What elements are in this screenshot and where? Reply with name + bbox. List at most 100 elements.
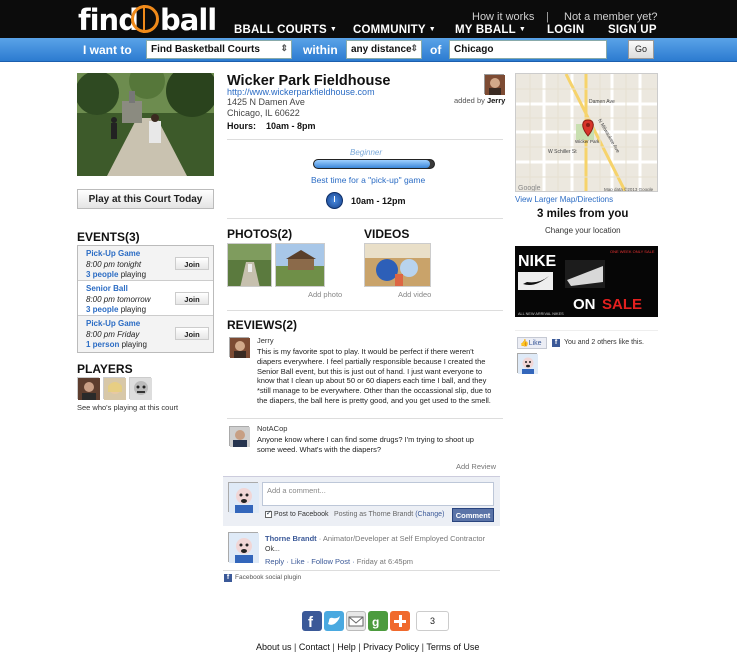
reviewer-name[interactable]: NotACop [257,424,287,433]
ad-tagline: ONE WEEK ONLY SALE [610,249,655,254]
terms-of-use-link[interactable]: Terms of Use [426,642,479,652]
event-attendance: 3 people playing [86,305,146,314]
nav-my-bball-label: MY BBALL [455,24,516,36]
court-address-line2: Chicago, IL 60622 [227,108,300,118]
event-item: Senior Ball 8:00 pm tomorrow 3 people pl… [78,281,213,316]
court-hours: Hours: 10am - 8pm [227,121,316,131]
findbball-logo[interactable]: find ball [78,2,218,36]
search-type-value: Find Basketball Courts [151,44,260,55]
reviewer-avatar[interactable] [229,337,250,358]
liker-avatar[interactable] [517,353,538,374]
reviewer-avatar[interactable] [229,426,250,447]
player-avatar[interactable] [129,377,152,400]
join-event-button[interactable]: Join [175,327,209,340]
chevron-down-icon: ▼ [428,26,436,34]
photo-thumbnail[interactable] [275,243,325,287]
comment-time: Friday at 6:45pm [356,557,414,566]
join-event-button[interactable]: Join [175,292,209,305]
logo-text-ball: ball [160,3,217,37]
join-event-button[interactable]: Join [175,257,209,270]
nav-my-bball[interactable]: MY BBALL ▼ [455,24,526,36]
divider [227,139,503,140]
event-title-link[interactable]: Pick-Up Game [86,249,140,258]
post-to-facebook-checkbox[interactable] [265,509,272,518]
go-button[interactable]: Go [628,40,654,59]
added-by-name[interactable]: Jerry [487,96,505,105]
comment-button[interactable]: Comment [452,508,494,522]
facebook-plugin-label[interactable]: Facebook social plugin [235,574,301,581]
more-share-icon[interactable] [390,611,410,631]
posting-as: Posting as Thorne Brandt (Change) [334,511,444,518]
follow-post-link[interactable]: Follow Post [311,557,350,566]
event-title-link[interactable]: Pick-Up Game [86,319,140,328]
reviews-heading: REVIEWS(2) [227,318,298,332]
event-attendance: 1 person playing [86,340,147,349]
signup-link[interactable]: SIGN UP [608,24,657,36]
court-map[interactable]: Damen Ave N Milwaukee Ave W Schiller St … [515,73,658,192]
divider [227,418,503,419]
event-item: Pick-Up Game 8:00 pm Friday 1 person pla… [78,316,213,352]
added-by-avatar[interactable] [484,74,505,95]
photo-thumbnail[interactable] [227,243,272,287]
twitter-share-icon[interactable] [324,611,344,631]
nav-community-label: COMMUNITY [353,24,426,36]
event-attendees-link[interactable]: 3 people [86,270,118,279]
event-attendance: 3 people playing [86,270,146,279]
nav-bball-courts[interactable]: BBALL COURTS ▼ [234,24,337,36]
added-by: added by Jerry [454,96,505,105]
select-arrows-icon: ⇕ [280,43,288,53]
privacy-policy-link[interactable]: Privacy Policy [363,642,419,652]
court-website-link[interactable]: http://www.wickerparkfieldhouse.com [227,87,375,97]
like-link[interactable]: Like [291,557,305,566]
location-input[interactable]: Chicago [449,40,607,59]
contact-link[interactable]: Contact [299,642,330,652]
hours-value: 10am - 8pm [266,121,316,131]
search-type-select[interactable]: Find Basketball Courts ⇕ [146,40,292,59]
comment-author-name[interactable]: Thorne Brandt [265,534,317,543]
add-photo-link[interactable]: Add photo [308,290,342,299]
play-at-court-button[interactable]: Play at this Court Today [77,189,214,209]
google-share-icon[interactable]: g [368,611,388,631]
footer-links: About us | Contact | Help | Privacy Poli… [256,642,480,652]
see-players-link[interactable]: See who's playing at this court [77,403,178,412]
svg-text:f: f [308,614,314,631]
email-share-icon[interactable] [346,611,366,631]
event-item: Pick-Up Game 8:00 pm tonight 3 people pl… [78,246,213,281]
facebook-like-button[interactable]: 👍Like [517,337,547,349]
add-review-link[interactable]: Add Review [456,462,496,471]
top-navigation-bar: find ball BBALL COURTS ▼ COMMUNITY ▼ MY BB… [0,0,737,38]
event-attendees-link[interactable]: 1 person [86,340,119,349]
map-street-label: W Schiller St [548,149,577,155]
nike-ad-banner[interactable]: NIKE ONE WEEK ONLY SALE ON SALE ALL NEW … [515,246,658,317]
photos-heading: PHOTOS(2) [227,227,293,241]
player-avatar[interactable] [77,377,100,400]
login-link[interactable]: LOGIN [547,24,584,36]
event-title-link[interactable]: Senior Ball [86,284,128,293]
nav-bball-courts-label: BBALL COURTS [234,24,327,36]
larger-map-link[interactable]: View Larger Map/Directions [515,195,613,204]
event-attendees-link[interactable]: 3 people [86,305,118,314]
help-link[interactable]: Help [337,642,356,652]
change-account-link[interactable]: (Change) [415,511,444,518]
distance-value: any distance [351,44,412,55]
reviewer-name[interactable]: Jerry [257,336,274,345]
add-video-link[interactable]: Add video [398,290,431,299]
video-thumbnail[interactable] [364,243,431,287]
logo-text: find [78,3,139,37]
reply-link[interactable]: Reply [265,557,284,566]
nav-community[interactable]: COMMUNITY ▼ [353,24,436,36]
comment-actions: Reply · Like · Follow Post · Friday at 6… [265,557,414,566]
map-street-label: Damen Ave [589,99,615,105]
review-text: Anyone know where I can find some drugs?… [257,435,474,454]
about-us-link[interactable]: About us [256,642,292,652]
event-time: 8:00 pm Friday [86,330,140,339]
post-to-facebook-label: Post to Facebook [274,511,329,518]
player-avatar[interactable] [103,377,126,400]
change-location-link[interactable]: Change your location [545,226,621,235]
distance-select[interactable]: any distance ⇕ [346,40,422,59]
commenter-avatar[interactable] [228,532,259,563]
comment-input[interactable]: Add a comment... [262,482,494,506]
how-it-works-link[interactable]: How it works [472,11,534,23]
facebook-share-icon[interactable]: f [302,611,322,631]
event-time: 8:00 pm tomorrow [86,295,151,304]
